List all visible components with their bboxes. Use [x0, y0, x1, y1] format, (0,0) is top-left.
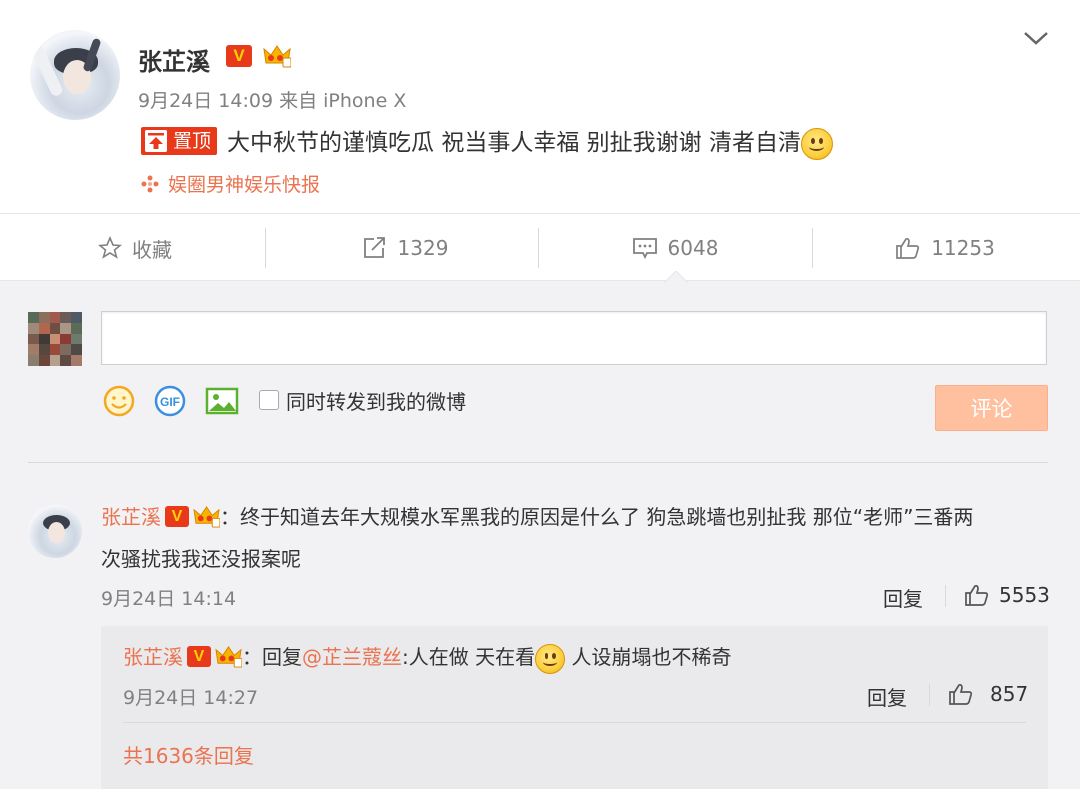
sub-reply-reply-button[interactable]: 回复 [867, 682, 907, 711]
image-icon[interactable] [205, 384, 239, 418]
sub-reply-text-part1: :人在做 天在看 [402, 645, 536, 669]
verified-v-icon: V [165, 506, 189, 527]
comment-text: 终于知道去年大规模水军黑我的原因是什么了 狗急跳墙也别扯我 那位“老师”三番两 [240, 505, 974, 529]
verified-v-icon: V [187, 646, 211, 667]
avatar-figure-face [48, 522, 65, 543]
like-count: 11253 [931, 236, 995, 260]
comment-text-line-1: 张芷溪 V ：终于知道去年大规模水军黑我的原因是什么了 狗急跳墙也别扯我 那位“老… [101, 501, 973, 530]
crown-member-icon [193, 506, 220, 528]
thumbs-up-icon [896, 237, 920, 259]
post-author-name[interactable]: 张芷溪 [138, 42, 210, 77]
current-user-avatar [28, 312, 82, 366]
emoji-icon[interactable] [102, 384, 136, 418]
flower-icon [141, 175, 159, 192]
sub-reply-text: 张芷溪 V ：回复@芷兰蔻丝:人在做 天在看 人设崩塌也不稀奇 [123, 641, 731, 674]
sub-reply-action-separator [929, 684, 930, 706]
active-tab-caret-icon [664, 271, 688, 283]
post-action-bar: 收藏 1329 6048 11253 [0, 213, 1080, 281]
repost-count: 1329 [397, 236, 449, 260]
share-icon [363, 237, 385, 258]
like-button[interactable]: 11253 [810, 214, 1080, 282]
comment-time: 9月24日 14:14 [101, 588, 237, 610]
comment-reply-button[interactable]: 回复 [883, 583, 923, 612]
crown-member-icon [215, 646, 242, 668]
favorite-button[interactable]: 收藏 [0, 214, 270, 282]
sub-reply-prefix: 回复 [262, 645, 302, 669]
star-icon [98, 236, 122, 259]
repost-checkbox-label[interactable]: 同时转发到我的微博 [286, 386, 466, 415]
action-divider [538, 228, 539, 268]
thumbs-up-icon[interactable] [963, 583, 991, 607]
mention-link[interactable]: @芷兰蔻丝 [302, 645, 402, 669]
pin-top-icon [145, 129, 167, 152]
chevron-down-icon[interactable] [1022, 28, 1050, 48]
pinned-label: 置顶 [173, 129, 212, 152]
comment-separator: ： [220, 505, 240, 529]
pinned-badge: 置顶 [141, 126, 218, 155]
comment-input[interactable] [101, 311, 1047, 365]
action-divider [265, 228, 266, 268]
weibo-post: 张芷溪 V 9月24日 14:09 来自 iPhone X 置顶 大中秋节的谨慎… [0, 0, 1080, 213]
author-avatar[interactable] [30, 30, 120, 120]
sub-reply-like-count: 857 [990, 682, 1029, 706]
smile-emoji-icon [800, 127, 833, 160]
repost-button[interactable]: 1329 [270, 214, 540, 282]
thumbs-up-icon[interactable] [947, 682, 975, 706]
comment-icon [632, 238, 657, 260]
post-source[interactable]: 娱圈男神娱乐快报 [140, 170, 320, 197]
crown-member-icon [263, 45, 291, 68]
comment-text-line-2: 次骚扰我我还没报案呢 [101, 547, 301, 571]
post-body: 置顶 大中秋节的谨慎吃瓜 祝当事人幸福 别扯我谢谢 清者自清 [141, 123, 833, 160]
sub-reply-author[interactable]: 张芷溪 [123, 645, 183, 669]
sub-reply-time: 9月24日 14:27 [123, 687, 259, 709]
view-more-replies-link[interactable]: 共1636条回复 [123, 740, 254, 769]
comment-like-count: 5553 [999, 583, 1050, 607]
comment-count: 6048 [667, 236, 719, 260]
svg-text:GIF: GIF [160, 395, 180, 409]
sub-panel-divider [123, 722, 1026, 723]
smile-emoji-icon [535, 643, 566, 674]
post-text: 大中秋节的谨慎吃瓜 祝当事人幸福 别扯我谢谢 清者自清 [227, 130, 801, 156]
sub-reply-text-part2: 人设崩塌也不稀奇 [565, 645, 732, 669]
favorite-label: 收藏 [132, 237, 172, 262]
post-meta: 9月24日 14:09 来自 iPhone X [138, 90, 407, 112]
repost-checkbox[interactable] [259, 390, 279, 410]
section-divider [28, 462, 1048, 463]
gif-icon[interactable]: GIF [153, 384, 187, 418]
post-source-label: 娱圈男神娱乐快报 [168, 174, 321, 196]
commenter-name[interactable]: 张芷溪 [101, 505, 161, 529]
submit-comment-button[interactable]: 评论 [935, 385, 1048, 431]
sub-reply-separator: ： [242, 645, 262, 669]
commenter-avatar[interactable] [28, 504, 82, 558]
verified-v-icon: V [226, 45, 252, 67]
comment-action-separator [945, 585, 946, 607]
